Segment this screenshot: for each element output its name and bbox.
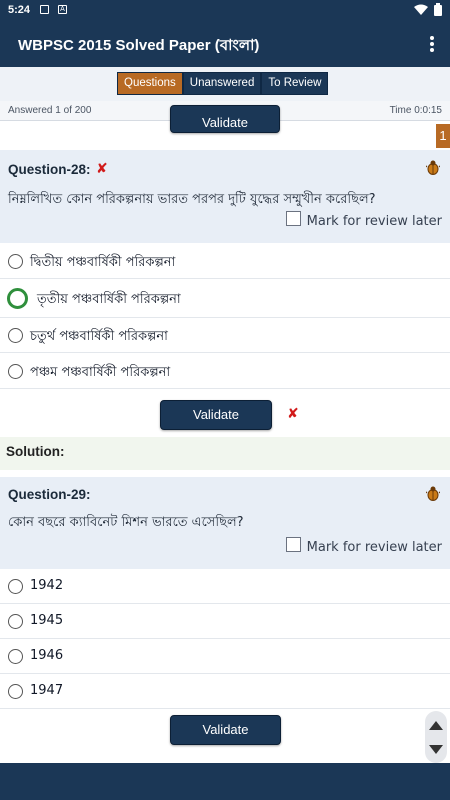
mark-review-label: Mark for review later <box>306 540 442 555</box>
option-text: তৃতীয় পঞ্চবার্ষিকী পরিকল্পনা <box>37 292 181 307</box>
status-bar: 5:24 A <box>0 0 450 20</box>
radio-button[interactable] <box>8 254 23 269</box>
option-text: 1947 <box>30 683 64 698</box>
more-vert-icon[interactable] <box>428 34 436 54</box>
option-q29-2[interactable]: 1945 <box>0 604 450 639</box>
wrong-result-icon: ✘ <box>287 406 299 422</box>
app-bar: WBPSC 2015 Solved Paper (বাংলা) <box>0 20 450 67</box>
battery-icon <box>434 3 442 16</box>
image-icon <box>40 5 49 14</box>
wifi-icon <box>414 4 428 15</box>
radio-button-selected[interactable] <box>7 288 28 309</box>
option-text: 1942 <box>30 578 64 593</box>
wrong-answer-icon: ✘ <box>96 161 108 177</box>
question-29-label: Question-29: <box>8 487 91 502</box>
radio-button[interactable] <box>8 684 23 699</box>
status-time: 5:24 <box>8 4 31 16</box>
report-bug-icon[interactable] <box>426 485 440 501</box>
solution-label: Solution: <box>6 444 65 459</box>
mark-review-label: Mark for review later <box>306 214 442 229</box>
radio-button[interactable] <box>8 649 23 664</box>
bottom-bar <box>0 763 450 800</box>
tab-questions[interactable]: Questions <box>117 72 183 95</box>
app-title: WBPSC 2015 Solved Paper (বাংলা) <box>18 37 260 54</box>
report-bug-icon[interactable] <box>426 159 440 175</box>
question-28-text: নিম্নলিখিত কোন পরিকল্পনায় ভারত পরপর দুট… <box>8 192 376 207</box>
option-text: 1946 <box>30 648 64 663</box>
radio-button[interactable] <box>8 364 23 379</box>
question-29-header: Question-29: কোন বছরে ক্যাবিনেট মিশন ভার… <box>0 477 450 569</box>
option-q29-3[interactable]: 1946 <box>0 639 450 674</box>
validate-button-q29[interactable]: Validate <box>170 715 281 745</box>
option-text: 1945 <box>30 613 64 628</box>
scroll-up-icon[interactable] <box>429 721 443 730</box>
elapsed-time: Time 0:0:15 <box>389 105 442 116</box>
page-badge[interactable]: 1 <box>436 124 450 148</box>
radio-button[interactable] <box>8 579 23 594</box>
option-text: পঞ্চম পঞ্চবার্ষিকী পরিকল্পনা <box>30 365 171 380</box>
option-q28-3[interactable]: চতুর্থ পঞ্চবার্ষিকী পরিকল্পনা <box>0 318 450 353</box>
question-28-label: Question-28: <box>8 162 91 177</box>
review-checkbox[interactable] <box>285 537 301 552</box>
radio-button[interactable] <box>8 328 23 343</box>
question-29-text: কোন বছরে ক্যাবিনেট মিশন ভারতে এসেছিল? <box>8 515 244 530</box>
radio-button[interactable] <box>8 614 23 629</box>
notification-icon: A <box>58 5 67 14</box>
validate-button-q28[interactable]: Validate <box>160 400 272 430</box>
solution-section: Solution: <box>0 437 450 470</box>
option-q28-1[interactable]: দ্বিতীয় পঞ্চবার্ষিকী পরিকল্পনা <box>0 244 450 279</box>
review-checkbox[interactable] <box>285 211 301 226</box>
option-text: দ্বিতীয় পঞ্চবার্ষিকী পরিকল্পনা <box>30 255 176 270</box>
question-28-header: Question-28: ✘ নিম্নলিখিত কোন পরিকল্পনায… <box>0 150 450 243</box>
tab-to-review[interactable]: To Review <box>261 72 329 95</box>
option-q28-2[interactable]: তৃতীয় পঞ্চবার্ষিকী পরিকল্পনা <box>0 280 450 318</box>
option-q29-4[interactable]: 1947 <box>0 674 450 709</box>
previous-validate-button[interactable]: Validate <box>170 105 280 133</box>
scroll-down-icon[interactable] <box>429 745 443 754</box>
option-text: চতুর্থ পঞ্চবার্ষিকী পরিকল্পনা <box>30 329 168 344</box>
mark-review-28[interactable]: Mark for review later <box>285 211 442 229</box>
answered-count: Answered 1 of 200 <box>8 105 92 116</box>
scroll-control[interactable] <box>425 711 447 763</box>
option-q29-1[interactable]: 1942 <box>0 569 450 604</box>
option-q28-4[interactable]: পঞ্চম পঞ্চবার্ষিকী পরিকল্পনা <box>0 354 450 389</box>
tab-unanswered[interactable]: Unanswered <box>182 72 262 95</box>
mark-review-29[interactable]: Mark for review later <box>285 537 442 555</box>
tabs-bar: Questions Unanswered To Review <box>0 67 450 101</box>
